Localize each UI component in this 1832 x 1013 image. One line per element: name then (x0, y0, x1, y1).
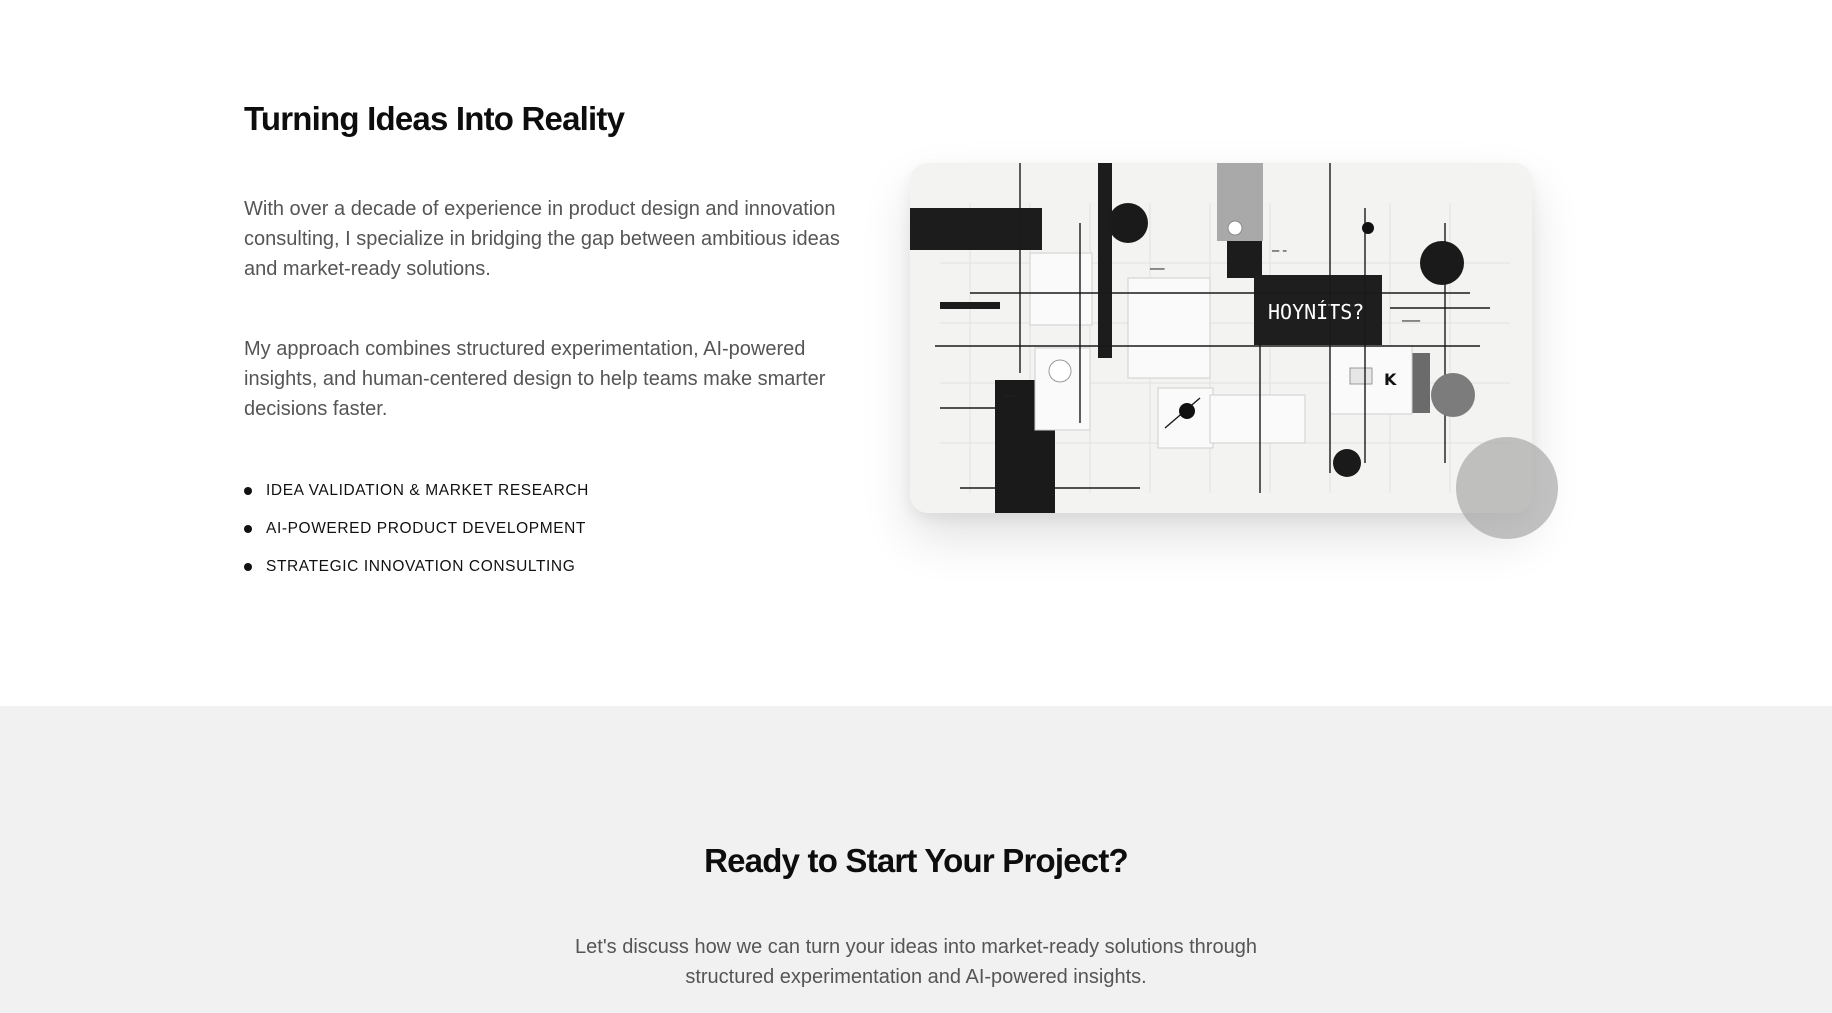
svg-text:━━ ━: ━━ ━ (1271, 248, 1287, 255)
cta-paragraph: Let's discuss how we can turn your ideas… (575, 936, 1257, 988)
collage-k-label: K (1384, 370, 1397, 389)
service-label: STRATEGIC INNOVATION CONSULTING (266, 558, 576, 575)
cta-section: Ready to Start Your Project? Let's discu… (0, 706, 1832, 1013)
about-paragraph-experience: With over a decade of experience in prod… (244, 198, 840, 280)
about-section: Turning Ideas Into Reality With over a d… (0, 0, 1832, 706)
decorative-circle (1456, 437, 1558, 539)
svg-text:━━━━: ━━━━ (1149, 266, 1165, 273)
service-label: AI-POWERED PRODUCT DEVELOPMENT (266, 520, 586, 537)
bullet-icon (244, 563, 252, 571)
innovation-collage-image: HOYNÍTS? K ━━━━ ━━ ━ ━━━━━ ━━━ (910, 163, 1532, 513)
services-list: IDEA VALIDATION & MARKET RESEARCH AI-POW… (244, 472, 589, 586)
svg-text:━━━: ━━━ (1004, 393, 1016, 400)
svg-text:━━━━━: ━━━━━ (1401, 318, 1420, 325)
collage-illustration: HOYNÍTS? K ━━━━ ━━ ━ ━━━━━ ━━━ (910, 163, 1532, 513)
list-item: IDEA VALIDATION & MARKET RESEARCH (244, 472, 589, 510)
about-title: Turning Ideas Into Reality (244, 100, 625, 137)
service-label: IDEA VALIDATION & MARKET RESEARCH (266, 482, 589, 499)
about-paragraph-approach: My approach combines structured experime… (244, 338, 826, 420)
cta-title: Ready to Start Your Project? (704, 842, 1129, 879)
collage-main-label: HOYNÍTS? (1268, 300, 1364, 324)
about-text-column: Turning Ideas Into Reality With over a d… (244, 100, 864, 575)
list-item: AI-POWERED PRODUCT DEVELOPMENT (244, 510, 589, 548)
list-item: STRATEGIC INNOVATION CONSULTING (244, 548, 589, 586)
bullet-icon (244, 487, 252, 495)
bullet-icon (244, 525, 252, 533)
